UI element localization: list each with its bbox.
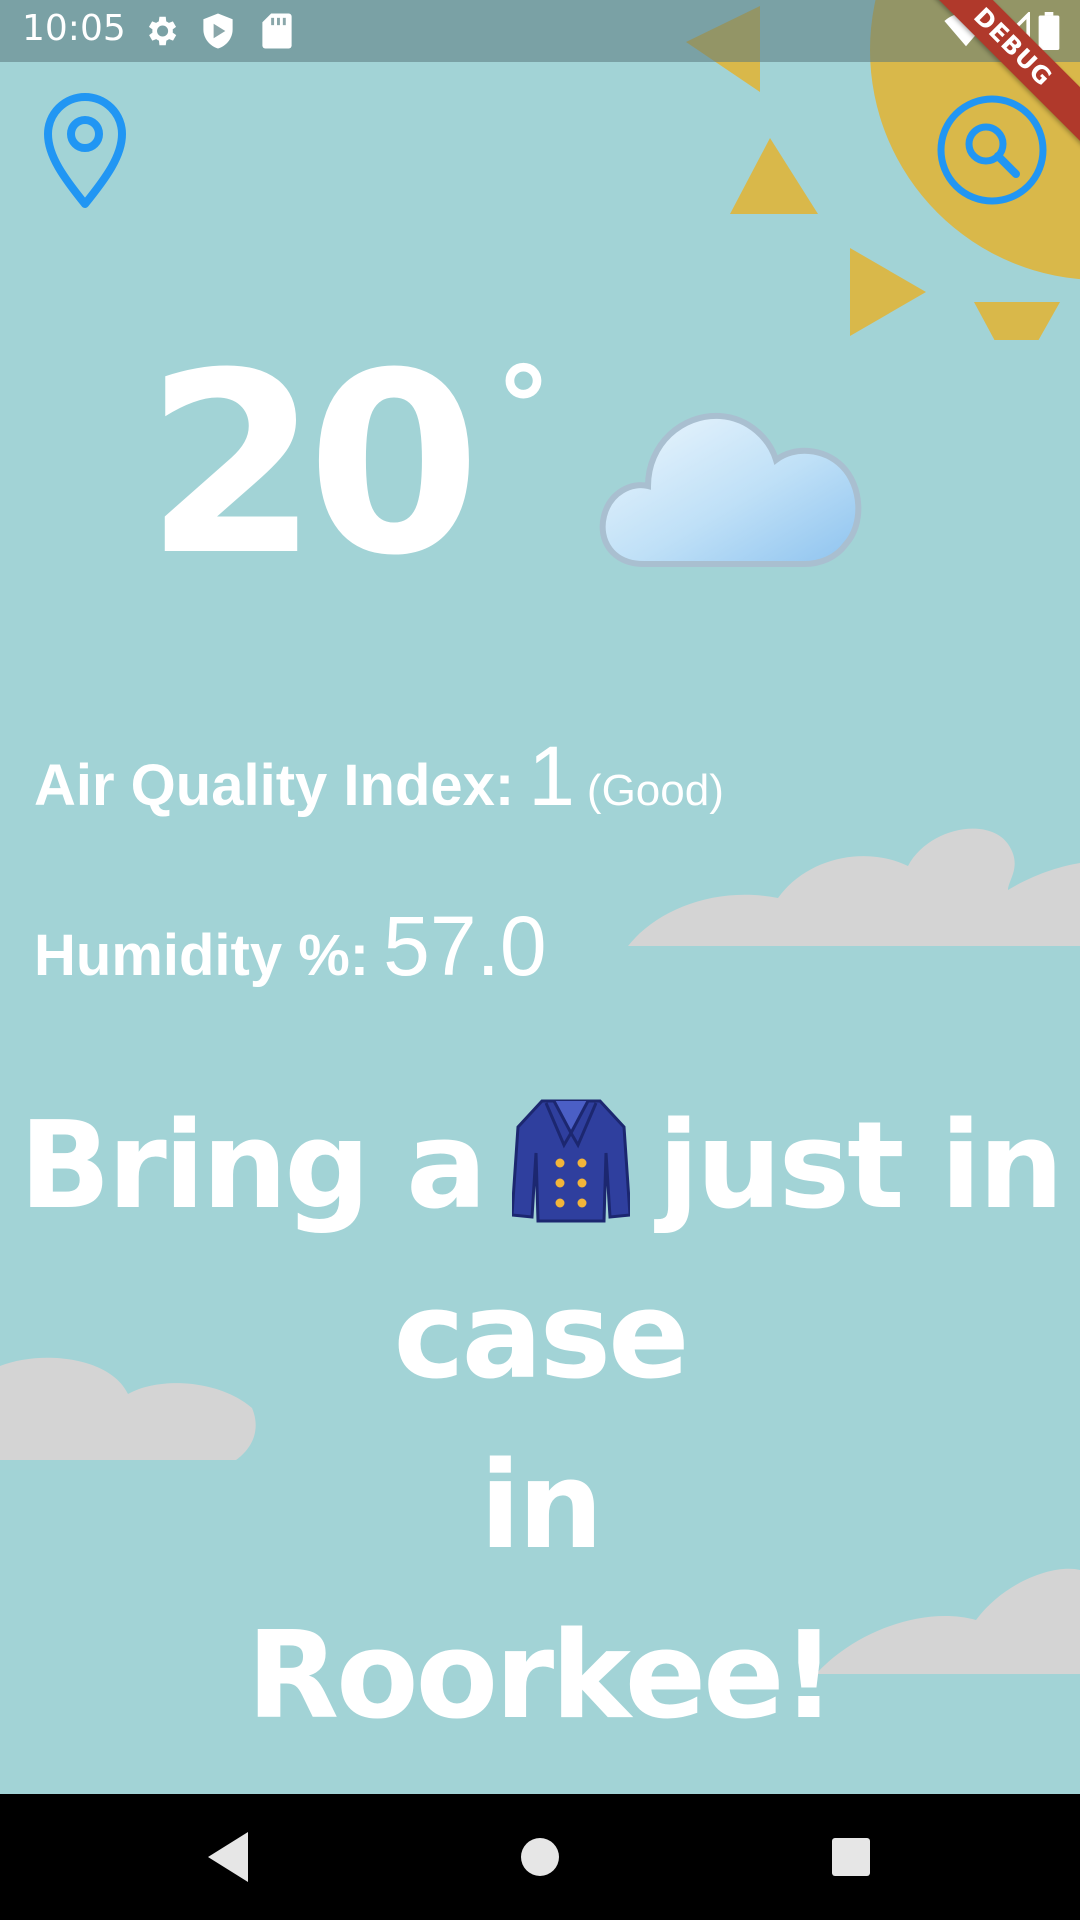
shield-play-icon xyxy=(203,13,233,49)
humidity-label: Humidity %: xyxy=(34,923,370,988)
app-screen: 10:05 DEBUG 20 ° Air Quality Index: 1 (G… xyxy=(0,0,1080,1794)
message-text-before: Bring a xyxy=(19,1097,487,1236)
aqi-value: 1 xyxy=(528,729,575,823)
humidity-row: Humidity %: 57.0 xyxy=(34,898,547,995)
message-line-2: case xyxy=(393,1267,690,1406)
temperature-unit: ° xyxy=(496,343,551,471)
weather-message: Bring a just in case in Roorkee! xyxy=(0,1082,1080,1762)
sd-card-icon xyxy=(262,13,292,49)
cloud-icon xyxy=(599,412,862,567)
recents-icon[interactable] xyxy=(830,1830,872,1884)
coat-icon xyxy=(512,1099,631,1223)
back-icon[interactable] xyxy=(204,1830,252,1884)
search-button[interactable] xyxy=(936,94,1048,206)
aqi-label: Air Quality Index: xyxy=(34,753,515,818)
background-cloud-right-upper xyxy=(628,828,1080,946)
message-text-after: just in xyxy=(658,1097,1064,1236)
location-button[interactable] xyxy=(42,90,128,210)
status-bar: 10:05 xyxy=(0,0,1080,62)
message-line-3: in xyxy=(479,1437,604,1576)
message-line-1: Bring a just in xyxy=(0,1082,1080,1252)
humidity-value: 57.0 xyxy=(383,899,547,993)
home-icon[interactable] xyxy=(518,1830,562,1884)
gear-icon xyxy=(148,16,177,46)
aqi-row: Air Quality Index: 1 (Good) xyxy=(34,728,724,825)
navigation-bar xyxy=(0,1794,1080,1920)
status-time: 10:05 xyxy=(22,8,126,49)
temperature-value: 20 xyxy=(145,319,481,610)
aqi-note: (Good) xyxy=(586,766,724,815)
search-icon xyxy=(937,95,1047,205)
city-name: Roorkee! xyxy=(246,1607,837,1746)
battery-icon xyxy=(1038,12,1060,50)
map-pin-icon xyxy=(44,93,126,208)
